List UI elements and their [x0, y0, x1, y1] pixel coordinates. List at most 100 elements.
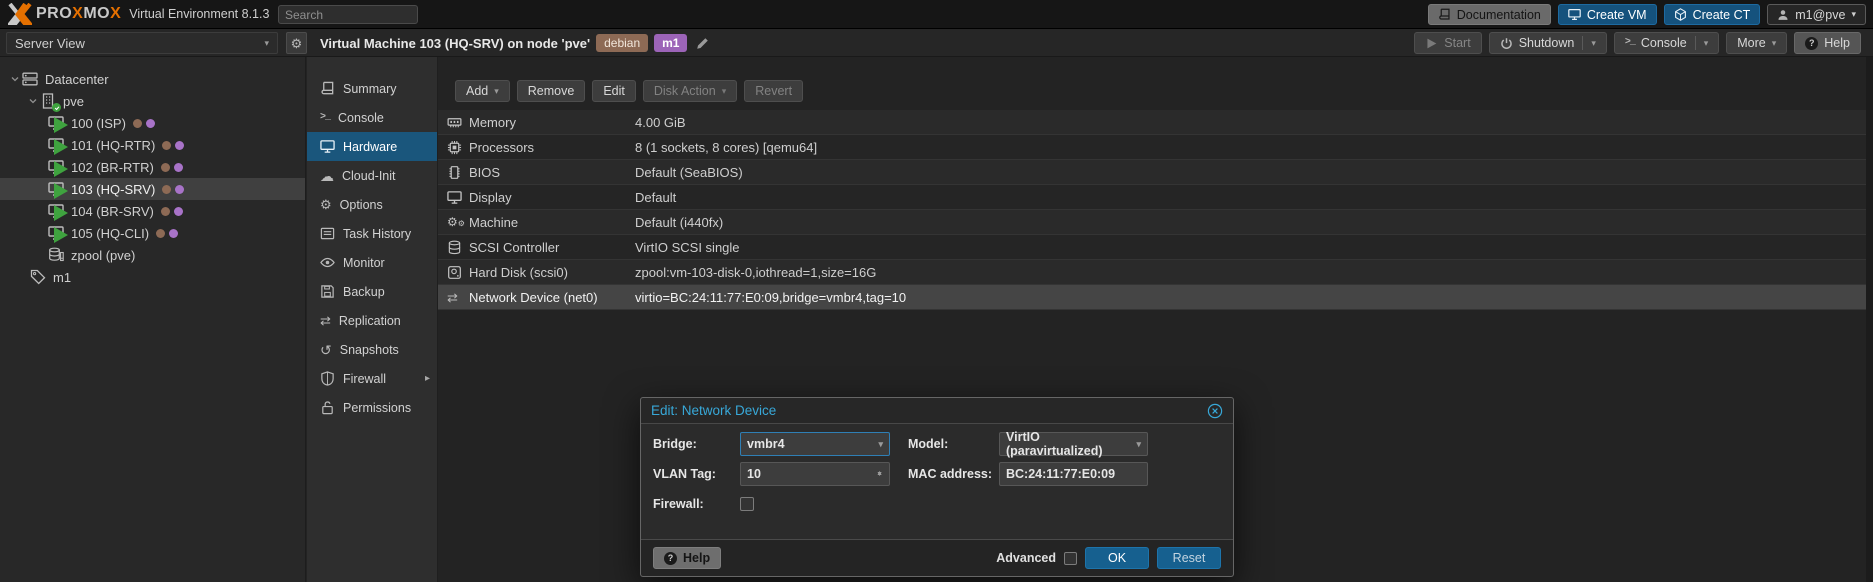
- dialog-header[interactable]: Edit: Network Device: [641, 398, 1233, 424]
- button-divider: [1695, 36, 1696, 50]
- table-row-machine[interactable]: ⚙⚙ Machine Default (i440fx): [438, 210, 1866, 235]
- console-button[interactable]: >_ Console ▾: [1614, 32, 1719, 54]
- menu-item-cloud-init[interactable]: ☁ Cloud-Init: [307, 161, 437, 190]
- table-row-memory[interactable]: Memory 4.00 GiB: [438, 110, 1866, 135]
- menu-item-monitor[interactable]: Monitor: [307, 248, 437, 277]
- eye-icon: [320, 255, 335, 270]
- table-row-network-device-selected[interactable]: ⇄ Network Device (net0) virtio=BC:24:11:…: [438, 285, 1866, 310]
- create-vm-button[interactable]: Create VM: [1558, 4, 1657, 25]
- tag-dots: [133, 119, 155, 128]
- tree-item-datacenter[interactable]: Datacenter: [0, 68, 305, 90]
- dialog-footer: ? Help Advanced OK Reset: [641, 539, 1233, 576]
- search-input[interactable]: [278, 5, 418, 24]
- chevron-down-icon[interactable]: ▾: [1704, 39, 1709, 48]
- mac-address-label: MAC address:: [908, 467, 999, 481]
- chevron-down-icon[interactable]: [8, 75, 22, 83]
- table-row-scsi-controller[interactable]: SCSI Controller VirtIO SCSI single: [438, 235, 1866, 260]
- question-icon: ?: [1805, 37, 1818, 50]
- scrollbar[interactable]: [1866, 57, 1873, 582]
- add-button[interactable]: Add ▾: [455, 80, 510, 102]
- remove-button[interactable]: Remove: [517, 80, 586, 102]
- cogs-icon: ⚙⚙: [447, 216, 464, 228]
- chevron-down-icon: ▾: [722, 87, 727, 96]
- revert-button[interactable]: Revert: [744, 80, 803, 102]
- tree-item-tag-m1[interactable]: m1: [0, 266, 305, 288]
- menu-item-backup[interactable]: Backup: [307, 277, 437, 306]
- dialog-help-button[interactable]: ? Help: [653, 547, 721, 569]
- tree-item-vm-103-selected[interactable]: 103 (HQ-SRV): [0, 178, 305, 200]
- network-icon: ⇄: [447, 291, 462, 304]
- tree-item-vm-105[interactable]: 105 (HQ-CLI): [0, 222, 305, 244]
- chevron-down-icon[interactable]: ▾: [878, 440, 883, 449]
- firewall-checkbox[interactable]: [740, 497, 754, 511]
- play-overlay-icon: [52, 161, 68, 177]
- tree-item-vm-102[interactable]: 102 (BR-RTR): [0, 156, 305, 178]
- menu-item-options[interactable]: ⚙ Options: [307, 190, 437, 219]
- table-row-processors[interactable]: Processors 8 (1 sockets, 8 cores) [qemu6…: [438, 135, 1866, 160]
- menu-item-hardware[interactable]: Hardware: [307, 132, 437, 161]
- start-button[interactable]: Start: [1414, 32, 1481, 54]
- tree-item-vm-104[interactable]: 104 (BR-SRV): [0, 200, 305, 222]
- tree-item-node-pve[interactable]: pve: [0, 90, 305, 112]
- help-button[interactable]: ? Help: [1794, 32, 1861, 54]
- menu-item-task-history[interactable]: Task History: [307, 219, 437, 248]
- unlock-icon: [320, 400, 335, 415]
- database-icon: [447, 240, 462, 255]
- user-menu-button[interactable]: m1@pve ▾: [1767, 4, 1866, 25]
- menu-item-console[interactable]: >_ Console: [307, 103, 437, 132]
- tree-item-vm-100[interactable]: 100 (ISP): [0, 112, 305, 134]
- table-row-bios[interactable]: BIOS Default (SeaBIOS): [438, 160, 1866, 185]
- documentation-button[interactable]: Documentation: [1428, 4, 1551, 25]
- gear-icon: ⚙: [291, 37, 303, 50]
- edit-tags-pencil-icon[interactable]: [696, 37, 709, 50]
- play-icon: [1425, 37, 1438, 50]
- play-overlay-icon: [52, 205, 68, 221]
- edit-button[interactable]: Edit: [592, 80, 636, 102]
- tag-dots: [161, 163, 183, 172]
- menu-item-snapshots[interactable]: ↺ Snapshots: [307, 335, 437, 364]
- menu-item-permissions[interactable]: Permissions: [307, 393, 437, 422]
- menu-item-replication[interactable]: ⇄ Replication: [307, 306, 437, 335]
- table-row-display[interactable]: Display Default: [438, 185, 1866, 210]
- disk-action-button[interactable]: Disk Action ▾: [643, 80, 737, 102]
- dialog-title: Edit: Network Device: [651, 403, 776, 418]
- terminal-icon: >_: [320, 113, 330, 123]
- product-version: Virtual Environment 8.1.3: [129, 7, 269, 21]
- tag-icon: [30, 269, 47, 285]
- question-icon: ?: [664, 552, 677, 565]
- more-button[interactable]: More ▾: [1726, 32, 1787, 54]
- vm-running-icon: [48, 181, 65, 197]
- proxmox-logo: PROXMOX Virtual Environment 8.1.3: [8, 3, 269, 25]
- online-check-icon: [52, 103, 61, 112]
- cube-icon: [1674, 8, 1687, 21]
- chevron-down-icon[interactable]: ▾: [1136, 440, 1141, 449]
- vm-running-icon: [48, 225, 65, 241]
- reset-button[interactable]: Reset: [1157, 547, 1221, 569]
- tree-item-storage-zpool[interactable]: zpool (pve): [0, 244, 305, 266]
- chevron-down-icon[interactable]: ▾: [1591, 39, 1596, 48]
- table-row-hard-disk[interactable]: Hard Disk (scsi0) zpool:vm-103-disk-0,io…: [438, 260, 1866, 285]
- spinner-arrows-icon[interactable]: ▲▼: [876, 474, 883, 475]
- shutdown-button[interactable]: Shutdown ▾: [1489, 32, 1607, 54]
- tag-debian: debian: [596, 34, 648, 52]
- vlan-tag-spinner[interactable]: 10 ▲▼: [740, 462, 890, 486]
- task-list-icon: [320, 226, 335, 241]
- tree-settings-button[interactable]: ⚙: [286, 32, 307, 54]
- chevron-down-icon[interactable]: [26, 97, 40, 105]
- bridge-combobox[interactable]: vmbr4 ▾: [740, 432, 890, 456]
- tree-item-vm-101[interactable]: 101 (HQ-RTR): [0, 134, 305, 156]
- view-mode-select[interactable]: Server View ▾: [6, 32, 278, 54]
- gear-icon: ⚙: [320, 198, 332, 211]
- cloud-icon: ☁: [320, 169, 334, 183]
- close-icon[interactable]: [1207, 403, 1223, 419]
- vm-running-icon: [48, 137, 65, 153]
- hardware-table: Memory 4.00 GiB Processors 8 (1 sockets,…: [438, 110, 1873, 310]
- model-combobox[interactable]: VirtIO (paravirtualized) ▾: [999, 432, 1148, 456]
- ok-button[interactable]: OK: [1085, 547, 1149, 569]
- button-divider: [1582, 36, 1583, 50]
- create-ct-button[interactable]: Create CT: [1664, 4, 1761, 25]
- mac-address-field[interactable]: BC:24:11:77:E0:09: [999, 462, 1148, 486]
- menu-item-firewall[interactable]: Firewall ▸: [307, 364, 437, 393]
- advanced-checkbox[interactable]: [1064, 552, 1077, 565]
- menu-item-summary[interactable]: Summary: [307, 74, 437, 103]
